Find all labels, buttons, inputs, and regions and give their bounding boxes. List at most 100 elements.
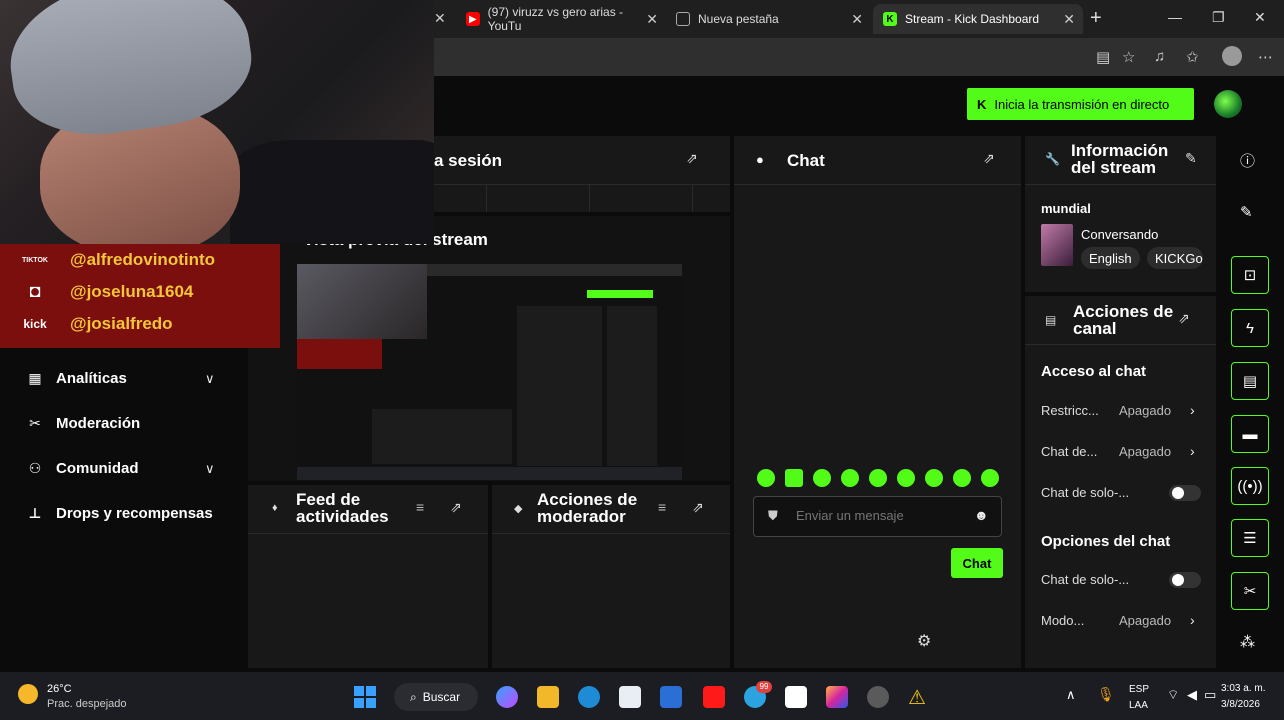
edge-browser-icon[interactable] <box>578 686 600 708</box>
weather-icon[interactable] <box>18 684 38 704</box>
go-live-button[interactable]: K Inicia la transmisión en directo <box>967 88 1194 120</box>
chat-panel: ● Chat ⇗ <box>734 136 1021 668</box>
maximize-icon[interactable]: ❐ <box>1212 9 1225 26</box>
microphone-icon[interactable]: 🎙 <box>1097 686 1115 703</box>
filter-icon[interactable]: ≡ <box>658 499 666 515</box>
info-icon[interactable]: ⓘ <box>1240 150 1255 171</box>
session-panel: a sesión ⇗ <box>434 136 730 212</box>
chevron-right-icon[interactable]: › <box>1190 612 1195 628</box>
kick-logo-icon: K <box>977 96 987 112</box>
copilot-icon[interactable] <box>496 686 518 708</box>
broadcast-icon: ((•)) <box>1237 477 1263 495</box>
more-menu-icon[interactable]: ⋯ <box>1258 48 1273 66</box>
emote-icon[interactable] <box>897 469 915 487</box>
popout-icon[interactable]: ⇗ <box>692 499 704 516</box>
reading-view-icon[interactable]: ▤ <box>1096 48 1110 66</box>
close-tab-icon[interactable]: ✕ <box>434 10 446 27</box>
rail-button-notes[interactable]: ▤ <box>1231 362 1269 400</box>
clock-date[interactable]: 3/8/2026 <box>1221 699 1260 710</box>
sidebar-item-moderation[interactable]: ✂ Moderación <box>26 415 140 432</box>
windows-start-icon[interactable] <box>354 686 376 708</box>
user-avatar[interactable] <box>1214 90 1242 118</box>
battery-icon[interactable]: ▭ <box>1204 687 1216 703</box>
popout-icon[interactable]: ⇗ <box>450 499 462 516</box>
taskbar-search-button[interactable]: ⌕ Buscar <box>394 683 478 711</box>
emote-icon[interactable] <box>841 469 859 487</box>
divider <box>492 533 730 534</box>
media-icon[interactable]: ♫ <box>1154 48 1165 65</box>
volume-icon[interactable]: ◀ <box>1187 687 1197 703</box>
close-tab-icon[interactable]: ✕ <box>1063 11 1075 28</box>
emote-icon[interactable] <box>813 469 831 487</box>
chat-bubble-icon: ▬ <box>1242 425 1258 443</box>
popout-icon[interactable]: ⇗ <box>983 150 995 167</box>
chat-send-button[interactable]: Chat <box>951 548 1003 578</box>
new-tab-icon[interactable]: + <box>1090 7 1102 30</box>
capcut-icon[interactable] <box>785 686 807 708</box>
sidebar-item-community[interactable]: ⚇ Comunidad <box>26 460 139 477</box>
tab-youtube[interactable]: ▶ (97) viruzz vs gero arias - YouTu ✕ <box>456 4 666 34</box>
search-label: Buscar <box>422 690 461 704</box>
tab-new[interactable]: Nueva pestaña ✕ <box>666 4 871 34</box>
social-handle: @joseluna1604 <box>70 281 194 301</box>
sidebar-item-analytics[interactable]: ▦ Analíticas <box>26 370 127 387</box>
preview-socials <box>297 339 382 369</box>
rail-button-screen[interactable]: ⊡ <box>1231 256 1269 294</box>
clock-time[interactable]: 3:03 a. m. <box>1221 683 1265 694</box>
session-title: a sesión <box>434 151 503 170</box>
chevron-down-icon[interactable]: ∨ <box>205 371 215 387</box>
language-line2[interactable]: LAA <box>1129 700 1148 711</box>
word-icon[interactable] <box>660 686 682 708</box>
emote-icon[interactable] <box>757 469 775 487</box>
tray-chevron-up-icon[interactable]: ∧ <box>1066 687 1076 703</box>
apps-icon[interactable]: ⁂ <box>1240 633 1255 651</box>
filter-icon[interactable]: ≡ <box>416 499 424 515</box>
close-tab-icon[interactable]: ✕ <box>646 11 658 28</box>
tag-chip: English <box>1081 247 1140 269</box>
chat-input-box[interactable]: ⛊ ☻ <box>753 496 1002 537</box>
chevron-right-icon[interactable]: › <box>1190 402 1195 418</box>
lightning-icon: ϟ <box>1246 319 1254 337</box>
instagram-icon[interactable] <box>826 686 848 708</box>
chat-settings-gear-icon[interactable]: ⚙ <box>917 631 931 651</box>
emote-icon[interactable] <box>785 469 803 487</box>
chat-message-input[interactable] <box>796 508 976 523</box>
minimize-icon[interactable]: — <box>1168 9 1182 25</box>
rail-button-chat[interactable]: ▬ <box>1231 415 1269 453</box>
tab-title: Nueva pestaña <box>698 12 779 26</box>
emote-icon[interactable] <box>925 469 943 487</box>
profile-avatar[interactable] <box>1222 46 1242 66</box>
popout-icon[interactable]: ⇗ <box>1178 310 1190 327</box>
chevron-right-icon[interactable]: › <box>1190 443 1195 459</box>
obs-icon[interactable] <box>867 686 889 708</box>
edit-pencil-icon[interactable]: ✎ <box>1185 150 1197 167</box>
collections-icon[interactable]: ✩ <box>1186 48 1199 66</box>
solo-chat-option-toggle[interactable] <box>1169 572 1201 588</box>
chevron-down-icon[interactable]: ∨ <box>205 461 215 477</box>
search-icon: ⌕ <box>410 689 417 704</box>
emote-icon[interactable] <box>981 469 999 487</box>
rail-button-bolt[interactable]: ϟ <box>1231 309 1269 347</box>
emoji-icon[interactable]: ☻ <box>974 507 989 523</box>
wifi-icon[interactable]: ⌔ <box>1167 687 1179 703</box>
popout-icon[interactable]: ⇗ <box>686 150 698 167</box>
language-line1[interactable]: ESP <box>1129 684 1149 695</box>
rail-button-tools[interactable]: ✂ <box>1231 572 1269 610</box>
tab-kick-dashboard[interactable]: K Stream - Kick Dashboard ✕ <box>873 4 1083 34</box>
emote-icon[interactable] <box>869 469 887 487</box>
rail-button-broadcast[interactable]: ((•)) <box>1231 467 1269 505</box>
sidebar-item-drops[interactable]: ⊥ Drops y recompensas <box>26 505 213 522</box>
rail-button-layout[interactable]: ☰ <box>1231 519 1269 557</box>
close-tab-icon[interactable]: ✕ <box>851 11 863 28</box>
favorite-star-icon[interactable]: ☆ <box>1122 48 1135 66</box>
warning-icon[interactable]: ⚠ <box>908 685 926 710</box>
file-explorer-icon[interactable] <box>537 686 559 708</box>
close-window-icon[interactable]: ✕ <box>1254 9 1266 26</box>
youtube-icon[interactable] <box>703 686 725 708</box>
solo-chat-toggle[interactable] <box>1169 485 1201 501</box>
emote-icon[interactable] <box>953 469 971 487</box>
store-icon[interactable] <box>619 686 641 708</box>
address-bar[interactable]: ▤ ☆ ♫ ✩ ⋯ <box>434 38 1284 76</box>
edit-pencil-icon[interactable]: ✎ <box>1240 203 1253 221</box>
instagram-icon: ◘ <box>29 281 41 301</box>
